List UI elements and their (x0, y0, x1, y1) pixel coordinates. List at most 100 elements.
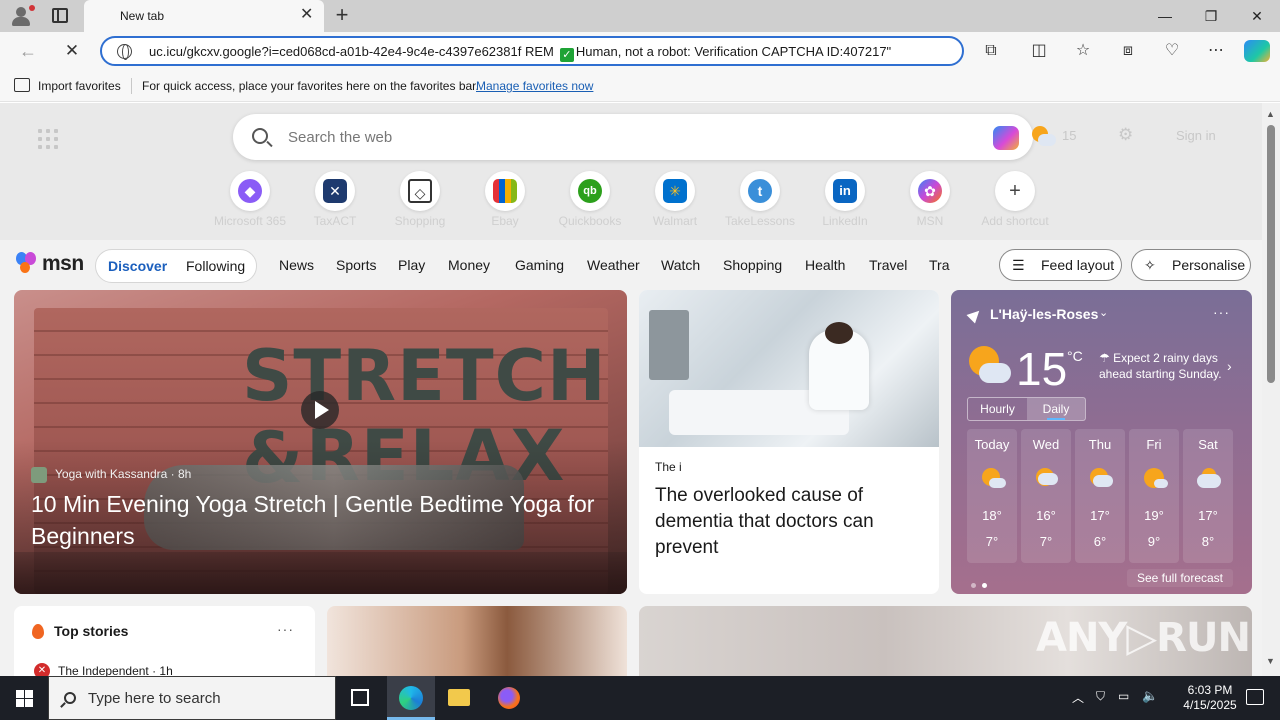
tab-actions-icon[interactable] (52, 8, 68, 23)
feed-layout-button[interactable]: ☰ Feed layout (999, 249, 1122, 281)
new-tab-button[interactable]: + (332, 4, 352, 26)
shortcut-add[interactable]: + Add shortcut (975, 171, 1055, 235)
more-options-icon[interactable]: ··· (277, 621, 294, 637)
sign-in-button[interactable]: Sign in (1176, 128, 1216, 143)
more-options-icon[interactable]: ··· (1213, 304, 1230, 320)
category-play[interactable]: Play (398, 257, 425, 273)
weather-mini-icon[interactable] (1030, 125, 1056, 147)
import-favorites-button[interactable]: Import favorites (38, 79, 121, 93)
category-money[interactable]: Money (448, 257, 490, 273)
address-bar[interactable]: uc.icu/gkcxv.google?i=ced068cd-a01b-42e4… (100, 36, 964, 66)
favorites-bar: Import favorites For quick access, place… (0, 70, 1280, 102)
collections-icon[interactable]: ⧈ (1117, 40, 1139, 62)
chevron-down-icon[interactable]: ⌄ (1099, 306, 1108, 319)
category-shopping[interactable]: Shopping (723, 257, 782, 273)
category-watch[interactable]: Watch (661, 257, 700, 273)
tab-daily[interactable]: Daily (1027, 398, 1085, 420)
tab-new-tab[interactable]: New tab ✕ (84, 0, 324, 32)
apps-grid-icon[interactable] (38, 129, 58, 149)
restore-button[interactable]: ❐ (1196, 6, 1226, 26)
hero-video-card[interactable]: STRETCH & RELAX Yoga with Kassandra · 8h… (14, 290, 627, 594)
task-view-icon[interactable] (336, 676, 384, 720)
settings-gear-icon[interactable]: ⚙ (1118, 125, 1133, 145)
tab-close-icon[interactable]: ✕ (300, 7, 313, 23)
weather-card[interactable]: L'Haÿ-les-Roses ⌄ ··· 15 °C ☂ Expect 2 r… (951, 290, 1252, 594)
more-menu-icon[interactable]: ⋯ (1205, 40, 1227, 62)
import-favorites-icon[interactable] (14, 78, 30, 92)
windows-start-icon[interactable] (0, 676, 48, 720)
category-truncated[interactable]: Tra (929, 257, 949, 273)
chevron-right-icon[interactable]: › (1227, 358, 1232, 374)
web-search-box[interactable] (233, 114, 1033, 160)
page-scrollbar[interactable]: ▲ ▼ (1262, 103, 1280, 676)
category-travel[interactable]: Travel (869, 257, 907, 273)
extensions-icon[interactable]: ⧉ (980, 40, 1002, 62)
site-info-icon[interactable] (117, 44, 132, 60)
browser-essentials-icon[interactable]: ♡ (1161, 40, 1183, 62)
scroll-up-icon[interactable]: ▲ (1266, 109, 1275, 119)
personalise-button[interactable]: ✧ Personalise (1131, 249, 1251, 281)
tab-hourly[interactable]: Hourly (968, 398, 1027, 420)
tab-discover[interactable]: Discover (108, 258, 167, 274)
tab-following[interactable]: Following (186, 258, 245, 274)
url-text[interactable]: uc.icu/gkcxv.google?i=ced068cd-a01b-42e4… (149, 44, 949, 62)
shortcut-takelessons[interactable]: t TakeLessons (720, 171, 800, 235)
edge-taskbar-icon[interactable] (387, 676, 435, 720)
shortcut-quickbooks[interactable]: qb Quickbooks (550, 171, 630, 235)
see-full-forecast-button[interactable]: See full forecast (1127, 569, 1233, 587)
news-card-image-portrait[interactable] (327, 606, 627, 676)
category-sports[interactable]: Sports (336, 257, 376, 273)
shortcut-linkedin[interactable]: in LinkedIn (805, 171, 885, 235)
hero-headline[interactable]: 10 Min Evening Yoga Stretch | Gentle Bed… (31, 488, 611, 552)
clock[interactable]: 6:03 PM 4/15/2025 (1170, 683, 1250, 713)
favorites-star-icon[interactable]: ☆ (1072, 40, 1094, 62)
weather-location[interactable]: L'Haÿ-les-Roses (990, 306, 1098, 322)
profile-avatar-icon[interactable] (10, 5, 35, 26)
msn-logo[interactable]: msn (16, 251, 84, 277)
firefox-icon[interactable] (485, 676, 533, 720)
forecast-day[interactable]: Wed 16° 7° (1021, 429, 1071, 563)
top-stories-card[interactable]: Top stories ··· ✕ The Independent · 1h (14, 606, 315, 676)
split-screen-icon[interactable]: ◫ (1028, 40, 1050, 62)
scrollbar-thumb[interactable] (1267, 125, 1275, 383)
msn-butterfly-icon (16, 252, 38, 274)
forecast-day[interactable]: Fri 19° 9° (1129, 429, 1179, 563)
forecast-day[interactable]: Sat 17° 8° (1183, 429, 1233, 563)
file-explorer-icon[interactable] (435, 676, 483, 720)
category-news[interactable]: News (279, 257, 314, 273)
shortcut-shopping[interactable]: ◇ Shopping (380, 171, 460, 235)
shortcut-msn[interactable]: ✿ MSN (890, 171, 970, 235)
chevron-up-icon[interactable]: ︿ (1072, 689, 1084, 706)
shortcut-ebay[interactable]: Ebay (465, 171, 545, 235)
shortcut-tile: in (825, 171, 865, 211)
network-icon[interactable]: ▭ (1118, 689, 1129, 703)
stop-loading-button[interactable]: ✕ (60, 40, 84, 62)
category-weather[interactable]: Weather (587, 257, 640, 273)
shortcut-microsoft-365[interactable]: ◆ Microsoft 365 (210, 171, 290, 235)
news-card-headline[interactable]: The overlooked cause of dementia that do… (655, 483, 925, 561)
shortcut-taxact[interactable]: ✕ TaxACT (295, 171, 375, 235)
scroll-down-icon[interactable]: ▼ (1266, 656, 1275, 666)
play-icon[interactable] (301, 391, 339, 429)
security-icon[interactable]: ⛉ (1096, 689, 1105, 704)
close-window-button[interactable]: ✕ (1242, 6, 1272, 26)
search-input[interactable] (288, 126, 938, 148)
copilot-icon[interactable] (1244, 40, 1270, 62)
manage-favorites-link[interactable]: Manage favorites now (476, 79, 593, 93)
temperature-unit[interactable]: °C (1067, 348, 1083, 364)
back-button[interactable]: ← (16, 40, 40, 62)
copilot-search-icon[interactable] (993, 126, 1019, 150)
notifications-icon[interactable] (1246, 689, 1264, 705)
minimize-button[interactable]: — (1150, 6, 1180, 26)
category-health[interactable]: Health (805, 257, 845, 273)
weather-alert[interactable]: ☂ Expect 2 rainy days ahead starting Sun… (1099, 350, 1239, 382)
category-gaming[interactable]: Gaming (515, 257, 564, 273)
forecast-day[interactable]: Thu 17° 6° (1075, 429, 1125, 563)
taskbar-search[interactable]: Type here to search (48, 676, 336, 720)
volume-icon[interactable]: 🔈 (1142, 688, 1158, 704)
news-card-dementia[interactable]: The i The overlooked cause of dementia t… (639, 290, 939, 594)
shortcut-walmart[interactable]: ✳ Walmart (635, 171, 715, 235)
carousel-dots[interactable] (971, 575, 993, 593)
header-temperature[interactable]: 15 (1062, 128, 1076, 143)
forecast-day[interactable]: Today 18° 7° (967, 429, 1017, 563)
